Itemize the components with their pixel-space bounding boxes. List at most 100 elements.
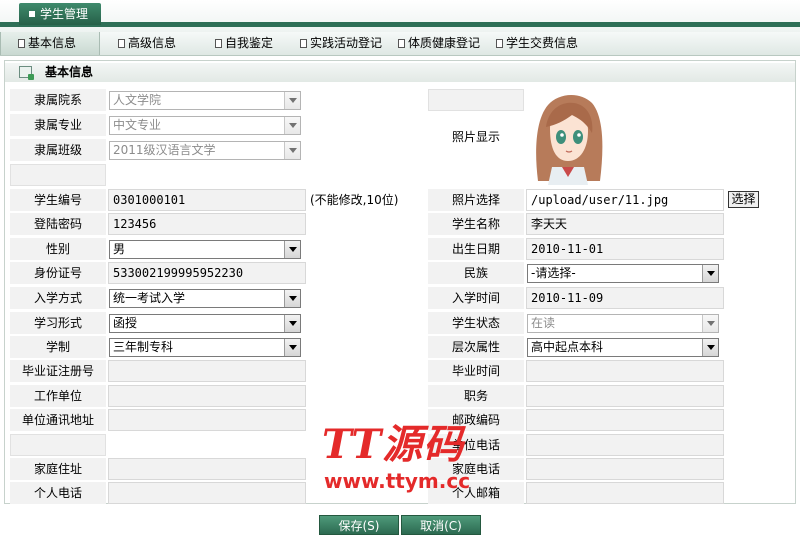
nav-item-label: 实践活动登记 (310, 36, 383, 50)
document-icon (398, 39, 405, 48)
status-select: 在读 (527, 314, 719, 333)
college-label: 隶属院系 (10, 89, 106, 111)
top-bar-line (0, 22, 800, 27)
grad-time-field[interactable] (526, 360, 724, 382)
nav-item-label: 学生交费信息 (506, 36, 579, 50)
chevron-down-icon (702, 339, 718, 356)
work-unit-field[interactable] (108, 385, 306, 407)
level-select[interactable]: 高中起点本科 (527, 338, 719, 357)
tab-student-management[interactable]: 学生管理 (19, 3, 101, 25)
nav-item-self-evaluation[interactable]: 自我鉴定 (215, 32, 273, 55)
panel-header: 基本信息 (5, 63, 795, 82)
duration-value: 三年制专科 (113, 340, 174, 354)
nav-item-label: 高级信息 (128, 36, 177, 50)
college-select: 人文学院 (109, 91, 301, 110)
major-value: 中文专业 (113, 118, 162, 132)
square-icon (29, 11, 35, 17)
chevron-down-icon (702, 315, 718, 332)
tab-label: 学生管理 (40, 7, 89, 21)
class-label: 隶属班级 (10, 139, 106, 161)
duration-label: 学制 (10, 336, 106, 358)
home-address-field[interactable] (108, 458, 306, 480)
admission-method-select[interactable]: 统一考试入学 (109, 289, 301, 308)
chevron-down-icon (284, 142, 300, 159)
status-value: 在读 (531, 316, 556, 330)
chevron-down-icon (284, 315, 300, 332)
photo-path-field[interactable]: /upload/user/11.jpg (526, 189, 724, 211)
form-icon (19, 66, 34, 80)
study-form-value: 函授 (113, 316, 138, 330)
nav-item-label: 自我鉴定 (225, 36, 274, 50)
college-value: 人文学院 (113, 93, 162, 107)
postcode-label: 邮政编码 (428, 409, 524, 431)
enroll-time-field[interactable]: 2010-11-09 (526, 287, 724, 309)
ethnicity-label: 民族 (428, 262, 524, 284)
student-no-field: 0301000101 (108, 189, 306, 211)
document-icon (496, 39, 503, 48)
position-label: 职务 (428, 385, 524, 407)
chevron-down-icon (284, 241, 300, 258)
document-icon (300, 39, 307, 48)
chevron-down-icon (284, 339, 300, 356)
personal-phone-field[interactable] (108, 482, 306, 504)
email-field[interactable] (526, 482, 724, 504)
unit-address-label: 单位通讯地址 (10, 409, 106, 431)
photo-select-label: 照片选择 (428, 189, 524, 211)
gender-value: 男 (113, 242, 126, 256)
top-bar: 学生管理 (0, 0, 800, 32)
document-icon (118, 39, 125, 48)
nav-item-practice-activity[interactable]: 实践活动登记 (300, 32, 382, 55)
status-label: 学生状态 (428, 312, 524, 334)
spacer-cell (10, 164, 106, 186)
birth-date-field[interactable]: 2010-11-01 (526, 238, 724, 260)
sub-navigation: 基本信息 高级信息 自我鉴定 实践活动登记 体质健康登记 学生交费信息 (0, 32, 800, 56)
grad-cert-label: 毕业证注册号 (10, 360, 106, 382)
photo-display-label: 照片显示 (451, 130, 500, 144)
unit-phone-label: 单位电话 (428, 434, 524, 456)
enroll-time-label: 入学时间 (428, 287, 524, 309)
grad-cert-field[interactable] (108, 360, 306, 382)
student-no-note: (不能修改,10位) (310, 193, 399, 207)
duration-select[interactable]: 三年制专科 (109, 338, 301, 357)
admission-method-value: 统一考试入学 (113, 291, 186, 305)
password-field[interactable]: 123456 (108, 213, 306, 235)
chevron-down-icon (284, 290, 300, 307)
chevron-down-icon (284, 92, 300, 109)
nav-item-fee-info[interactable]: 学生交费信息 (496, 32, 578, 55)
postcode-field[interactable] (526, 409, 724, 431)
student-no-label: 学生编号 (10, 189, 106, 211)
id-card-field[interactable]: 533002199995952230 (108, 262, 306, 284)
student-photo (528, 89, 606, 185)
class-value: 2011级汉语言文学 (113, 143, 216, 157)
gender-label: 性别 (10, 238, 106, 260)
chevron-down-icon (284, 117, 300, 134)
student-name-label: 学生名称 (428, 213, 524, 235)
nav-item-label: 基本信息 (28, 36, 77, 50)
home-phone-label: 家庭电话 (428, 458, 524, 480)
document-icon (215, 39, 222, 48)
home-address-label: 家庭住址 (10, 458, 106, 480)
avatar (528, 89, 606, 185)
position-field[interactable] (526, 385, 724, 407)
password-label: 登陆密码 (10, 213, 106, 235)
study-form-select[interactable]: 函授 (109, 314, 301, 333)
work-unit-label: 工作单位 (10, 385, 106, 407)
email-label: 个人邮箱 (428, 482, 524, 504)
study-form-label: 学习形式 (10, 312, 106, 334)
unit-phone-field[interactable] (526, 434, 724, 456)
nav-item-advanced-info[interactable]: 高级信息 (118, 32, 176, 55)
chevron-down-icon (702, 265, 718, 282)
nav-item-health-record[interactable]: 体质健康登记 (398, 32, 480, 55)
major-select: 中文专业 (109, 116, 301, 135)
home-phone-field[interactable] (526, 458, 724, 480)
ethnicity-select[interactable]: -请选择- (527, 264, 719, 283)
cancel-button[interactable]: 取消(C) (401, 515, 481, 535)
nav-item-basic-info[interactable]: 基本信息 (0, 32, 100, 55)
id-card-label: 身份证号 (10, 262, 106, 284)
unit-address-field[interactable] (108, 409, 306, 431)
panel-title: 基本信息 (45, 65, 94, 79)
choose-photo-button[interactable]: 选择 (728, 191, 759, 208)
save-button[interactable]: 保存(S) (319, 515, 399, 535)
student-name-field[interactable]: 李天天 (526, 213, 724, 235)
gender-select[interactable]: 男 (109, 240, 301, 259)
